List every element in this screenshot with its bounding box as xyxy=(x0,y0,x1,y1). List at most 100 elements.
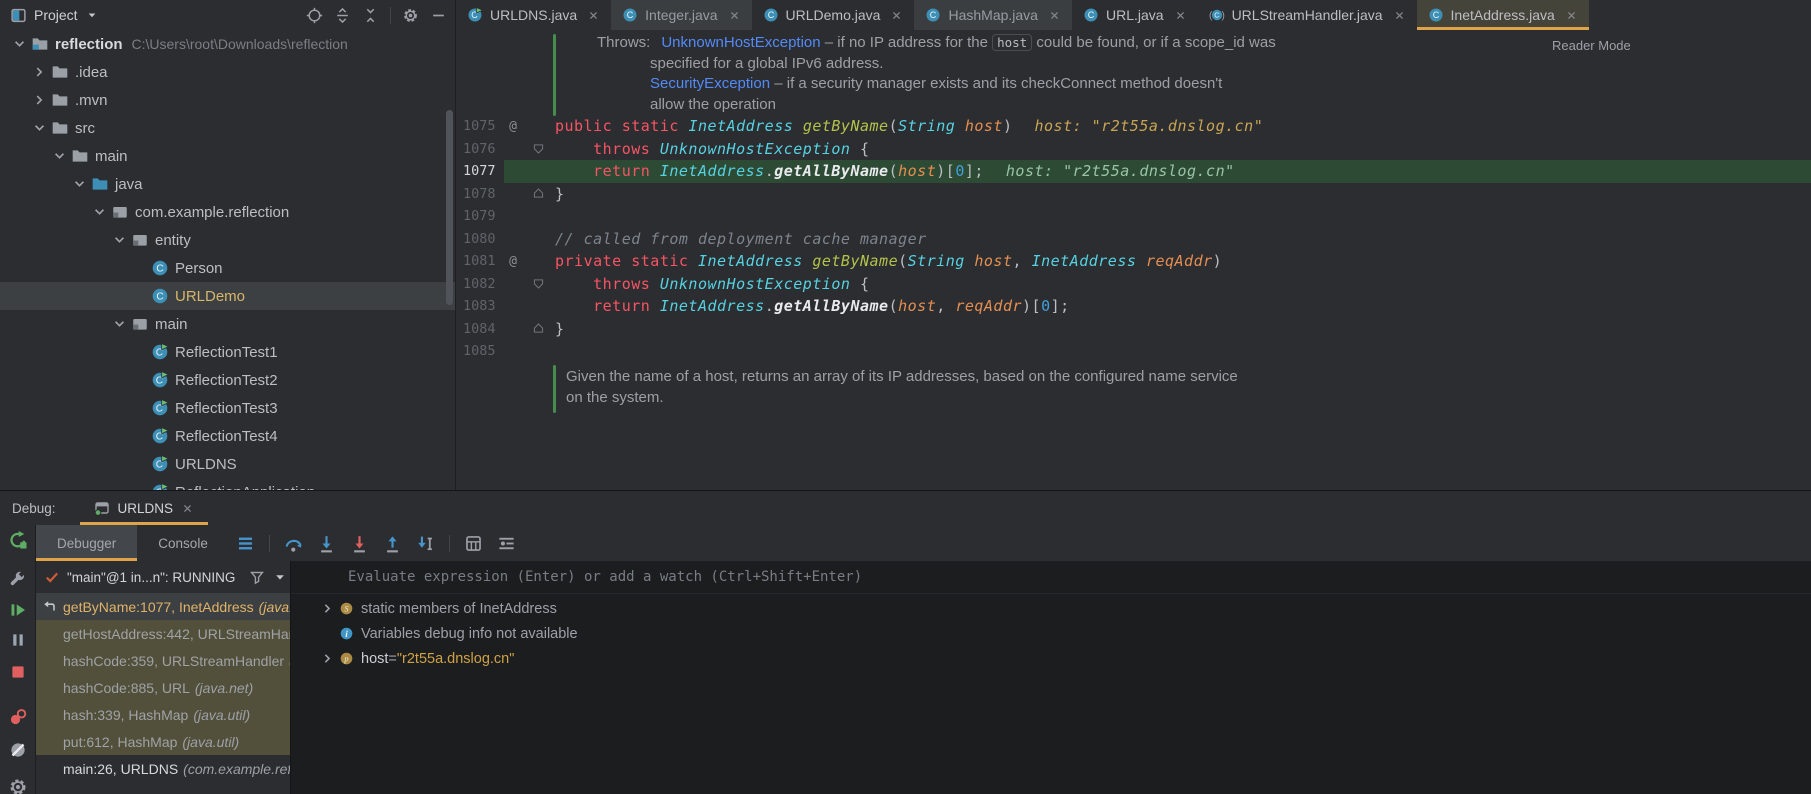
code-line[interactable]: 1083 return InetAddress.getAllByName(hos… xyxy=(456,295,1811,318)
frame-row[interactable]: getHostAddress:442, URLStreamHan xyxy=(36,620,290,647)
mute-breakpoints-icon[interactable] xyxy=(8,740,28,760)
javadoc-link[interactable]: UnknownHostException xyxy=(661,34,820,51)
line-number-gutter[interactable]: 1083 xyxy=(456,298,501,314)
tree-item[interactable]: C ReflectionTest1 xyxy=(0,338,455,366)
chevron-right-icon[interactable] xyxy=(30,63,49,81)
code-line[interactable]: 1082 throws UnknownHostException { xyxy=(456,273,1811,296)
editor-tab[interactable]: C URLDNS.java xyxy=(456,0,611,30)
chevron-down-icon[interactable] xyxy=(10,35,29,53)
debug-view-tab[interactable]: Console xyxy=(137,525,229,561)
line-number-gutter[interactable]: 1082 xyxy=(456,276,501,292)
line-number-gutter[interactable]: 1076 xyxy=(456,141,501,157)
layout-settings-icon[interactable] xyxy=(497,534,516,553)
tree-item[interactable]: C ReflectionTest3 xyxy=(0,394,455,422)
debug-session-tab[interactable]: URLDNS xyxy=(79,491,209,525)
collapse-all-icon[interactable] xyxy=(362,7,379,24)
chevron-down-icon[interactable] xyxy=(85,8,99,22)
line-number-gutter[interactable]: 1081 xyxy=(456,253,501,269)
close-icon[interactable] xyxy=(890,9,903,22)
resume-icon[interactable] xyxy=(8,600,28,620)
chevron-right-icon[interactable] xyxy=(30,91,49,109)
frame-row[interactable]: put:612, HashMap (java.util) xyxy=(36,728,290,755)
variable-row[interactable]: Sstatic members of InetAddress xyxy=(291,596,1811,621)
fold-down-icon[interactable] xyxy=(532,142,545,155)
fold-up-icon[interactable] xyxy=(532,187,545,200)
step-into-icon[interactable] xyxy=(317,534,336,553)
hamburger-icon[interactable] xyxy=(236,534,255,553)
chevron-right-icon[interactable] xyxy=(319,600,336,617)
code-line[interactable]: 1079 xyxy=(456,205,1811,228)
tree-item[interactable]: entity xyxy=(0,226,455,254)
line-number-gutter[interactable]: 1080 xyxy=(456,231,501,247)
editor-tab[interactable]: C URL.java xyxy=(1072,0,1198,30)
tree-item[interactable]: C URLDNS xyxy=(0,450,455,478)
line-number-gutter[interactable]: 1084 xyxy=(456,321,501,337)
rerun-icon[interactable] xyxy=(8,530,28,550)
code-line[interactable]: 1080 // called from deployment cache mana… xyxy=(456,228,1811,251)
fold-gutter[interactable] xyxy=(525,142,551,155)
evaluate-expression-input[interactable]: Evaluate expression (Enter) or add a wat… xyxy=(291,561,1811,594)
javadoc-link[interactable]: SecurityException xyxy=(650,75,770,92)
close-icon[interactable] xyxy=(587,9,600,22)
fold-gutter[interactable] xyxy=(525,187,551,200)
chevron-down-icon[interactable] xyxy=(30,119,49,137)
close-icon[interactable] xyxy=(1048,9,1061,22)
editor-tab[interactable]: C HashMap.java xyxy=(914,0,1072,30)
reader-mode-label[interactable]: Reader Mode xyxy=(1552,38,1631,53)
frame-row[interactable]: hashCode:885, URL (java.net) xyxy=(36,674,290,701)
line-number-gutter[interactable]: 1085 xyxy=(456,343,501,359)
tree-item[interactable]: C ReflectionTest4 xyxy=(0,422,455,450)
editor-tab[interactable]: C Integer.java xyxy=(611,0,752,30)
stop-icon[interactable] xyxy=(8,662,28,682)
line-number-gutter[interactable]: 1079 xyxy=(456,208,501,224)
editor-tab[interactable]: C URLDemo.java xyxy=(752,0,915,30)
locate-icon[interactable] xyxy=(306,7,323,24)
code-line[interactable]: 1077 return InetAddress.getAllByName(hos… xyxy=(456,160,1811,183)
close-icon[interactable] xyxy=(728,9,741,22)
tree-item[interactable]: .idea xyxy=(0,58,455,86)
chevron-down-icon[interactable] xyxy=(90,203,109,221)
frame-row[interactable]: main:26, URLDNS(com.example.refle xyxy=(36,755,290,782)
code-line[interactable]: 1076 throws UnknownHostException { xyxy=(456,138,1811,161)
code-line[interactable]: 1084} xyxy=(456,318,1811,341)
force-step-into-icon[interactable] xyxy=(350,534,369,553)
chevron-right-icon[interactable] xyxy=(319,650,336,667)
frame-row[interactable]: hashCode:359, URLStreamHandler(ja xyxy=(36,647,290,674)
step-over-icon[interactable] xyxy=(284,534,303,553)
code-line[interactable]: 1078} xyxy=(456,183,1811,206)
expand-all-icon[interactable] xyxy=(334,7,351,24)
tree-item[interactable]: reflection C:\Users\root\Downloads\reflec… xyxy=(0,30,455,58)
tree-item[interactable]: C Person xyxy=(0,254,455,282)
close-icon[interactable] xyxy=(1565,9,1578,22)
tree-item[interactable]: C URLDemo xyxy=(0,282,455,310)
editor[interactable]: Reader Mode Throws: UnknownHostException … xyxy=(456,30,1811,490)
close-icon[interactable] xyxy=(1174,9,1187,22)
thread-selector[interactable]: "main"@1 in...n": RUNNING xyxy=(36,561,290,593)
tree-item[interactable]: com.example.reflection xyxy=(0,198,455,226)
fold-down-icon[interactable] xyxy=(532,277,545,290)
variable-row[interactable]: p host = "r2t55a.dnslog.cn" xyxy=(291,646,1811,671)
code-line[interactable]: 1085 xyxy=(456,340,1811,363)
chevron-down-icon[interactable] xyxy=(70,175,89,193)
chevron-down-icon[interactable] xyxy=(50,147,69,165)
editor-tab[interactable]: C InetAddress.java xyxy=(1416,0,1590,30)
fold-up-icon[interactable] xyxy=(532,322,545,335)
chevron-down-icon[interactable] xyxy=(272,569,288,585)
tree-item[interactable]: CReflectionApplication xyxy=(0,478,455,490)
tree-item[interactable]: C ReflectionTest2 xyxy=(0,366,455,394)
variable-row[interactable]: i Variables debug info not available xyxy=(291,621,1811,646)
code-line[interactable]: 1081 @ private static InetAddress getByNam… xyxy=(456,250,1811,273)
fold-gutter[interactable] xyxy=(525,277,551,290)
close-icon[interactable] xyxy=(1393,9,1406,22)
gear-icon[interactable] xyxy=(8,777,28,794)
tree-item[interactable]: java xyxy=(0,170,455,198)
evaluate-calculator-icon[interactable] xyxy=(464,534,483,553)
view-breakpoints-icon[interactable] xyxy=(8,707,28,727)
step-out-icon[interactable] xyxy=(383,534,402,553)
code-line[interactable]: 1075 @ public static InetAddress getByName… xyxy=(456,115,1811,138)
project-panel-title[interactable]: Project xyxy=(34,7,78,23)
project-tree-scrollbar[interactable] xyxy=(446,110,453,305)
frame-row[interactable]: hash:339, HashMap (java.util) xyxy=(36,701,290,728)
debug-view-tab[interactable]: Debugger xyxy=(36,525,138,561)
run-to-cursor-icon[interactable] xyxy=(416,534,435,553)
